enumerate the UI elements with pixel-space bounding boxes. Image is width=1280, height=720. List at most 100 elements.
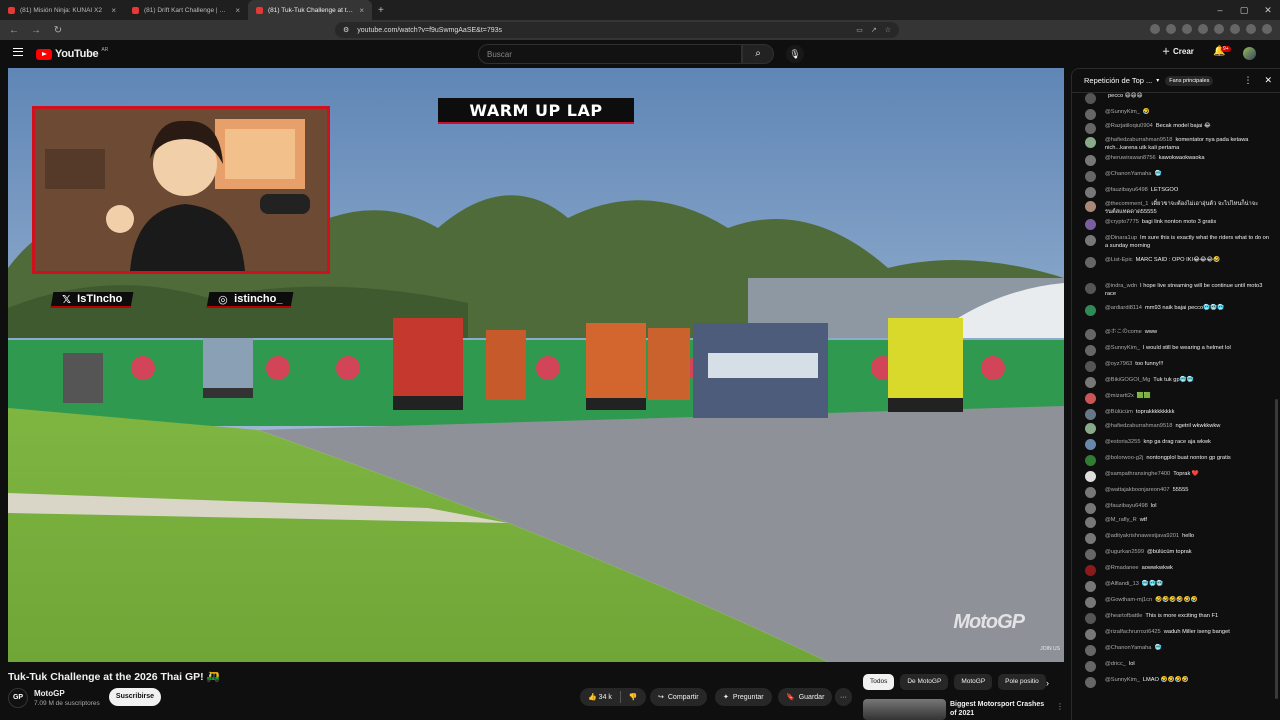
chat-author-avatar[interactable]	[1085, 377, 1096, 388]
chat-author-name[interactable]: @ardiardi8114	[1105, 305, 1142, 311]
chat-author-avatar[interactable]	[1085, 661, 1096, 672]
hamburger-menu-icon[interactable]	[13, 48, 23, 56]
chat-author-avatar[interactable]	[1085, 549, 1096, 560]
chat-author-name[interactable]: @Gowtham-mj1cn	[1105, 597, 1152, 603]
chat-author-name[interactable]: @crypto7775	[1105, 219, 1139, 225]
chat-author-avatar[interactable]	[1085, 439, 1096, 450]
chat-author-avatar[interactable]	[1085, 517, 1096, 528]
chat-author-name[interactable]: @BikiGOGOI_Mg	[1105, 377, 1150, 383]
extension-icon[interactable]	[1166, 24, 1176, 34]
browser-tab-active[interactable]: (81) Tuk-Tuk Challenge at the 2026 ×	[248, 0, 372, 20]
chat-author-avatar[interactable]	[1085, 235, 1096, 246]
chat-author-avatar[interactable]	[1085, 503, 1096, 514]
bookmark-star-icon[interactable]: ☆	[885, 26, 891, 34]
chat-author-avatar[interactable]	[1085, 219, 1096, 230]
chat-author-avatar[interactable]	[1085, 645, 1096, 656]
chat-author-name[interactable]: @hafiedzaburrahman9518	[1105, 137, 1172, 143]
chat-author-name[interactable]: @dricc_	[1105, 661, 1126, 667]
menu-icon[interactable]	[1262, 24, 1272, 34]
chat-author-name[interactable]: @heruwirawan8756	[1105, 155, 1156, 161]
chat-author-avatar[interactable]	[1085, 305, 1096, 316]
save-button[interactable]: 🔖 Guardar	[778, 688, 833, 706]
back-icon[interactable]: ←	[8, 25, 20, 36]
chat-author-name[interactable]: @List-Epic	[1105, 257, 1133, 263]
chat-author-name[interactable]: @Bülücüm	[1105, 409, 1133, 415]
forward-icon[interactable]: →	[30, 25, 42, 36]
chat-author-name[interactable]: @ホこのcome	[1105, 329, 1142, 335]
video-player[interactable]: 𝕏 IsTIncho ◎ istincho_ WARM UP LAP MotoG…	[8, 68, 1064, 662]
youtube-logo[interactable]: YouTube AR	[36, 47, 108, 60]
channel-avatar[interactable]: GP	[8, 688, 28, 708]
chat-author-name[interactable]: @thecomment_1	[1105, 201, 1148, 207]
chat-author-avatar[interactable]	[1085, 565, 1096, 576]
extension-icon[interactable]	[1230, 24, 1240, 34]
close-window-icon[interactable]: ✕	[1256, 0, 1280, 20]
search-input[interactable]: Buscar	[478, 44, 742, 64]
chat-author-avatar[interactable]	[1085, 471, 1096, 482]
chat-author-name[interactable]: @indra_wdn	[1105, 283, 1137, 289]
recommended-video-title[interactable]: Biggest Motorsport Crashes of 2021	[950, 700, 1050, 718]
chat-author-name[interactable]: @hafiedzaburrahman9518	[1105, 423, 1172, 429]
chat-author-name[interactable]: @SunnyKim_	[1105, 345, 1140, 351]
more-actions-button[interactable]: ···	[835, 688, 852, 706]
chat-author-name[interactable]: @ChanonYamaha	[1105, 171, 1151, 177]
chat-author-avatar[interactable]	[1085, 409, 1096, 420]
extension-icon[interactable]	[1198, 24, 1208, 34]
chat-author-avatar[interactable]	[1085, 677, 1096, 688]
account-avatar[interactable]	[1243, 47, 1256, 60]
share-page-icon[interactable]: ↗	[871, 26, 877, 34]
search-button[interactable]: ⌕	[742, 44, 774, 64]
chat-author-avatar[interactable]	[1085, 455, 1096, 466]
chat-author-avatar[interactable]	[1085, 597, 1096, 608]
chat-author-name[interactable]: @oyz7963	[1105, 361, 1132, 367]
new-tab-icon[interactable]: +	[378, 5, 384, 16]
chat-author-avatar[interactable]	[1085, 155, 1096, 166]
chat-author-avatar[interactable]	[1085, 187, 1096, 198]
chip-pole-position[interactable]: Pole positio	[998, 674, 1046, 690]
chat-scrollbar[interactable]	[1275, 399, 1278, 699]
chat-author-name[interactable]: @Rmadanee	[1105, 565, 1139, 571]
chat-author-avatar[interactable]	[1085, 329, 1096, 340]
share-button[interactable]: ↪ Compartir	[650, 688, 707, 706]
chat-author-name[interactable]: @SunnyKim_	[1105, 677, 1140, 683]
chat-author-avatar[interactable]	[1085, 487, 1096, 498]
chips-next-icon[interactable]: ›	[1046, 678, 1049, 688]
chat-author-name[interactable]: @fauzibayu6498	[1105, 187, 1148, 193]
chat-author-avatar[interactable]	[1085, 171, 1096, 182]
recommended-video-thumbnail[interactable]	[863, 699, 946, 720]
channel-name[interactable]: MotoGP	[34, 689, 65, 698]
chip-motogp[interactable]: MotoGP	[954, 674, 993, 690]
chat-author-avatar[interactable]	[1085, 283, 1096, 294]
dislike-button[interactable]: 👎	[629, 693, 638, 701]
chat-author-avatar[interactable]	[1085, 361, 1096, 372]
minimize-icon[interactable]: –	[1208, 0, 1232, 20]
reload-icon[interactable]: ↻	[52, 25, 64, 36]
profile-icon[interactable]	[1246, 24, 1256, 34]
chat-author-avatar[interactable]	[1085, 629, 1096, 640]
chip-todos[interactable]: Todos	[863, 674, 895, 690]
chat-author-avatar[interactable]	[1085, 613, 1096, 624]
chat-author-avatar[interactable]	[1085, 201, 1096, 212]
chat-author-avatar[interactable]	[1085, 345, 1096, 356]
chat-author-avatar[interactable]	[1085, 137, 1096, 148]
extension-icon[interactable]	[1182, 24, 1192, 34]
subscribe-button[interactable]: Suscribirse	[109, 688, 161, 706]
like-button[interactable]: 👍 34 k	[588, 693, 612, 701]
chat-author-name[interactable]: @ChanonYamaha	[1105, 645, 1151, 651]
cast-icon[interactable]: ▭	[856, 26, 863, 34]
chat-author-name[interactable]: @Dinara1up	[1105, 235, 1137, 241]
chat-author-avatar[interactable]	[1085, 257, 1096, 268]
chat-title[interactable]: Repetición de Top ...	[1084, 76, 1152, 85]
browser-tab[interactable]: (81) Misión Ninja: KUNAI X2 ×	[0, 0, 124, 20]
chat-author-name[interactable]: @ugurkan2599	[1105, 549, 1144, 555]
chat-author-avatar[interactable]	[1085, 393, 1096, 404]
close-tab-icon[interactable]: ×	[111, 6, 116, 15]
chat-author-avatar[interactable]	[1085, 109, 1096, 120]
top-fans-pill[interactable]: Fans principales	[1165, 75, 1214, 86]
chat-author-name[interactable]: @rizalfachrurrozi6425	[1105, 629, 1161, 635]
chat-author-name[interactable]: @heartofbattle	[1105, 613, 1142, 619]
chat-author-avatar[interactable]	[1085, 93, 1096, 104]
close-chat-icon[interactable]: ✕	[1264, 75, 1272, 86]
create-button[interactable]: ＋ Crear	[1162, 46, 1194, 57]
ask-button[interactable]: ✦ Preguntar	[715, 688, 772, 706]
